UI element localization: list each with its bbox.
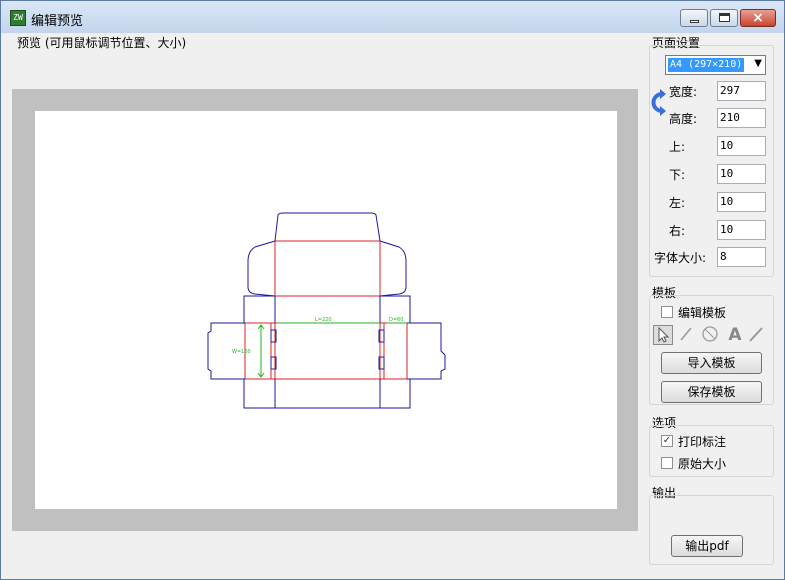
maximize-icon (719, 13, 730, 22)
bottom-margin-field[interactable]: 10 (717, 164, 766, 184)
title-bar[interactable]: ZW 编辑预览 × (1, 1, 784, 33)
bottom-margin-label: 下: (669, 168, 686, 182)
window-title: 编辑预览 (31, 14, 84, 29)
print-annotation-checkbox[interactable]: ✓ (661, 435, 673, 447)
width-field[interactable]: 297 (717, 81, 766, 101)
right-margin-field[interactable]: 10 (717, 220, 766, 240)
import-template-button[interactable]: 导入模板 (661, 352, 762, 374)
box-dieline[interactable]: L=220 W=160 D=60 (35, 111, 617, 509)
font-size-field[interactable]: 8 (717, 247, 766, 267)
text-icon[interactable]: A (725, 325, 745, 345)
pointer-icon[interactable] (653, 325, 673, 345)
close-icon: × (752, 10, 764, 26)
top-margin-label: 上: (669, 140, 686, 154)
left-margin-field[interactable]: 10 (717, 192, 766, 212)
edit-template-label[interactable]: 编辑模板 (678, 304, 726, 321)
circle-icon[interactable] (701, 325, 721, 345)
chevron-down-icon: ▼ (754, 58, 762, 69)
line-icon[interactable] (677, 325, 697, 345)
height-field[interactable]: 210 (717, 108, 766, 128)
font-size-label: 字体大小: (654, 251, 707, 265)
export-pdf-button[interactable]: 输出pdf (671, 535, 743, 557)
preview-area[interactable]: L=220 W=160 D=60 (12, 89, 638, 531)
width-label: 宽度: (669, 85, 698, 99)
right-margin-label: 右: (669, 224, 686, 238)
edit-preview-window: ZW 编辑预览 × 预览 (可用鼠标调节位置、大小) L=220 W=160 D… (0, 0, 785, 580)
edit-template-checkbox[interactable] (661, 306, 673, 318)
close-button[interactable]: × (740, 9, 776, 27)
minimize-button[interactable] (680, 9, 708, 27)
dimension-lines (257, 322, 407, 378)
original-size-label[interactable]: 原始大小 (678, 455, 726, 472)
left-margin-label: 左: (669, 196, 686, 210)
paper-size-select[interactable]: A4 (297×210) ▼ (665, 55, 766, 75)
width-annotation: W=160 (232, 349, 251, 355)
original-size-checkbox[interactable] (661, 457, 673, 469)
paper-size-value: A4 (297×210) (668, 58, 745, 72)
maximize-button[interactable] (710, 9, 738, 27)
page-settings-group (649, 45, 774, 277)
minimize-icon (690, 20, 699, 23)
pen-icon[interactable] (747, 325, 767, 345)
height-label: 高度: (669, 112, 698, 126)
preview-label: 预览 (可用鼠标调节位置、大小) (17, 36, 187, 50)
swap-orientation-icon[interactable] (649, 89, 667, 117)
length-annotation: L=220 (315, 317, 332, 323)
app-icon: ZW (10, 10, 26, 26)
print-annotation-label[interactable]: 打印标注 (678, 433, 726, 450)
save-template-button[interactable]: 保存模板 (661, 381, 762, 403)
preview-paper[interactable]: L=220 W=160 D=60 (35, 111, 617, 509)
fold-lines (244, 240, 408, 408)
depth-annotation: D=60 (389, 317, 403, 323)
top-margin-field[interactable]: 10 (717, 136, 766, 156)
